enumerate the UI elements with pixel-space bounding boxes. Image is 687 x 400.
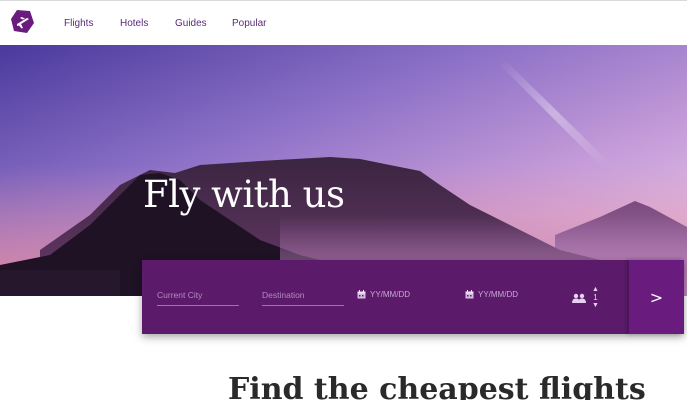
nav-link-hotels[interactable]: Hotels [120, 18, 148, 29]
depart-date-value: YY/MM/DD [370, 290, 410, 299]
nav-link-guides[interactable]: Guides [175, 18, 207, 29]
airplane-logo-icon[interactable] [10, 9, 35, 34]
submit-arrow-label: > [649, 287, 664, 307]
calendar-icon [465, 290, 474, 299]
nav-link-popular[interactable]: Popular [232, 18, 266, 29]
nav-link-flights[interactable]: Flights [64, 18, 93, 29]
hero-banner: Fly with us [0, 45, 687, 296]
flight-search-panel: YY/MM/DD YY/MM/DD ▲ 1 ▼ > [142, 260, 684, 334]
return-date-value: YY/MM/DD [478, 290, 518, 299]
current-city-input[interactable] [157, 290, 239, 306]
search-submit-button[interactable]: > [629, 260, 684, 334]
decrease-arrow-icon[interactable]: ▼ [592, 302, 599, 310]
top-navbar: Flights Hotels Guides Popular [0, 0, 687, 45]
passenger-count: 1 [593, 293, 598, 302]
depart-date-field[interactable]: YY/MM/DD [357, 290, 410, 299]
hero-mountain-image [0, 45, 687, 296]
people-icon [572, 293, 586, 303]
return-date-field[interactable]: YY/MM/DD [465, 290, 518, 299]
passenger-selector: ▲ 1 ▼ [572, 286, 599, 310]
calendar-icon [357, 290, 366, 299]
hero-title: Fly with us [143, 173, 345, 216]
section-heading: Find the cheapest flights [228, 372, 646, 400]
destination-input[interactable] [262, 290, 344, 306]
passenger-stepper[interactable]: ▲ 1 ▼ [592, 286, 599, 310]
